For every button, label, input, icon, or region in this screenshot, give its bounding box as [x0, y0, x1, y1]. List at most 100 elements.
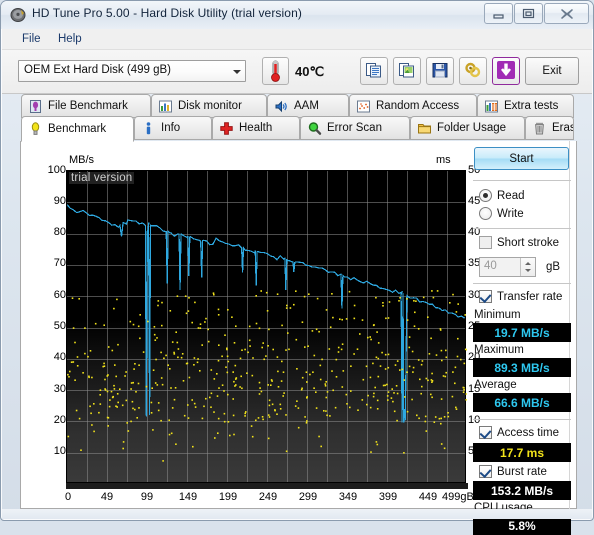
info-icon: [140, 120, 157, 136]
tab-erase[interactable]: Erase: [525, 116, 574, 140]
download-button[interactable]: [492, 57, 520, 85]
window-title: HD Tune Pro 5.00 - Hard Disk Utility (tr…: [32, 6, 302, 20]
chart-series-layer: [67, 204, 467, 462]
title-bar: HD Tune Pro 5.00 - Hard Disk Utility (tr…: [1, 1, 593, 29]
tab-benchmark-label: Benchmark: [48, 123, 107, 135]
minimum-value: 19.7 MB/s: [473, 323, 571, 342]
checkbox-access-time-label: Access time: [497, 426, 559, 439]
divider-1: [473, 180, 571, 181]
maximum-value: 89.3 MB/s: [473, 358, 571, 377]
menu-item-file[interactable]: File: [16, 32, 47, 46]
tab-benchmark[interactable]: Benchmark: [21, 116, 134, 142]
screenshot-button[interactable]: [393, 57, 421, 85]
tab-health[interactable]: Health: [212, 116, 300, 140]
results-panel: Start Read Write Short stroke 40 gB Tran…: [473, 147, 573, 535]
radio-write[interactable]: Write: [479, 207, 524, 220]
menu-item-help[interactable]: Help: [52, 32, 88, 46]
minimum-label: Minimum: [474, 309, 521, 321]
stepper-buttons[interactable]: [520, 258, 535, 276]
xtick-349: 349: [338, 491, 358, 503]
ytick-90: 90: [53, 195, 66, 207]
checkbox-transfer-rate-indicator: [479, 290, 492, 303]
chart-ylabel: MB/s: [69, 154, 95, 166]
temperature-button[interactable]: [262, 57, 289, 85]
tab-row-bottom: Benchmark Info Health Error Scan Folder …: [2, 116, 592, 142]
minimize-button[interactable]: [484, 3, 513, 24]
start-button-label: Start: [509, 152, 534, 165]
lightbulb-icon: [27, 121, 44, 137]
stepper-up-icon: [525, 262, 531, 265]
tab-random-access-label: Random Access: [376, 100, 460, 112]
magnifier-icon: [306, 120, 323, 136]
benchmark-panel: MB/s ms 100 90 80 70 60 50 40 30 20 10 5…: [20, 141, 577, 535]
tab-info[interactable]: Info: [134, 116, 212, 140]
tab-erase-label: Erase: [552, 122, 573, 134]
options-button[interactable]: [459, 57, 487, 85]
temperature-value: 40℃: [295, 64, 325, 79]
exit-button[interactable]: Exit: [525, 57, 579, 85]
chart-y2label: ms: [436, 154, 451, 166]
start-button[interactable]: Start: [474, 147, 569, 170]
tab-random-access[interactable]: Random Access: [349, 94, 477, 118]
speaker-icon: [273, 98, 290, 114]
tab-folder-usage[interactable]: Folder Usage: [410, 116, 525, 140]
file-benchmark-icon: [27, 98, 44, 114]
xtick-299: 299: [298, 491, 318, 503]
thermometer-icon: [263, 60, 288, 87]
xtick-49: 49: [100, 491, 114, 503]
down-arrow-icon: [496, 60, 516, 83]
close-button[interactable]: [544, 3, 589, 24]
short-stroke-value: 40: [484, 260, 497, 272]
toolbar-buttons: [360, 57, 520, 85]
exit-button-label: Exit: [542, 65, 562, 77]
checkbox-access-time[interactable]: Access time: [479, 426, 559, 439]
save-button[interactable]: [426, 57, 454, 85]
tab-file-benchmark-label: File Benchmark: [48, 100, 128, 112]
copy-button[interactable]: [360, 57, 388, 85]
tab-error-scan[interactable]: Error Scan: [300, 116, 410, 140]
tab-strip: File Benchmark Disk monitor AAM Random A…: [2, 94, 592, 142]
checkbox-burst-rate-indicator: [479, 465, 492, 478]
hd-tune-window: HD Tune Pro 5.00 - Hard Disk Utility (tr…: [0, 0, 594, 535]
checkbox-burst-rate[interactable]: Burst rate: [479, 465, 547, 478]
radio-read-label: Read: [497, 189, 525, 202]
short-stroke-stepper[interactable]: 40: [479, 257, 536, 277]
health-cross-icon: [218, 120, 235, 136]
ytick-100: 100: [47, 164, 66, 176]
tab-aam[interactable]: AAM: [267, 94, 349, 118]
tab-extra-tests[interactable]: Extra tests: [477, 94, 574, 118]
maximize-button[interactable]: [514, 3, 543, 24]
short-stroke-unit: gB: [546, 261, 561, 273]
bar-chart-icon: [157, 98, 174, 114]
tab-info-label: Info: [161, 122, 181, 134]
checkbox-short-stroke-indicator: [479, 236, 492, 249]
chart-xaxis-bar: [66, 483, 468, 489]
window-controls: [484, 3, 589, 24]
tab-file-benchmark[interactable]: File Benchmark: [21, 94, 151, 118]
ytick-60: 60: [53, 289, 66, 301]
ytick-80: 80: [53, 226, 66, 238]
floppy-disk-icon: [431, 61, 449, 82]
trash-icon: [531, 120, 548, 136]
xtick-149: 149: [178, 491, 198, 503]
extra-tests-icon: [483, 98, 500, 114]
ytick-70: 70: [53, 257, 66, 269]
settings-icon: [464, 61, 482, 82]
ytick-30: 30: [53, 383, 66, 395]
tab-disk-monitor[interactable]: Disk monitor: [151, 94, 267, 118]
trial-watermark: trial version: [69, 172, 135, 184]
divider-4: [473, 419, 571, 420]
menu-bar: File Help: [2, 29, 592, 50]
stepper-down-icon: [525, 269, 531, 272]
image-copy-icon: [398, 61, 416, 82]
disk-select-dropdown[interactable]: OEM Ext Hard Disk (499 gB): [18, 60, 246, 82]
checkbox-transfer-rate[interactable]: Transfer rate: [479, 290, 562, 303]
checkbox-short-stroke[interactable]: Short stroke: [479, 236, 559, 249]
harddisk-icon: [10, 7, 26, 23]
scatter-icon: [355, 98, 372, 114]
radio-read[interactable]: Read: [479, 189, 525, 202]
ytick-20: 20: [53, 414, 66, 426]
maximum-label: Maximum: [474, 344, 524, 356]
toolbar: OEM Ext Hard Disk (499 gB) 40℃ Exit: [2, 50, 592, 94]
xtick-0: 0: [64, 491, 72, 503]
